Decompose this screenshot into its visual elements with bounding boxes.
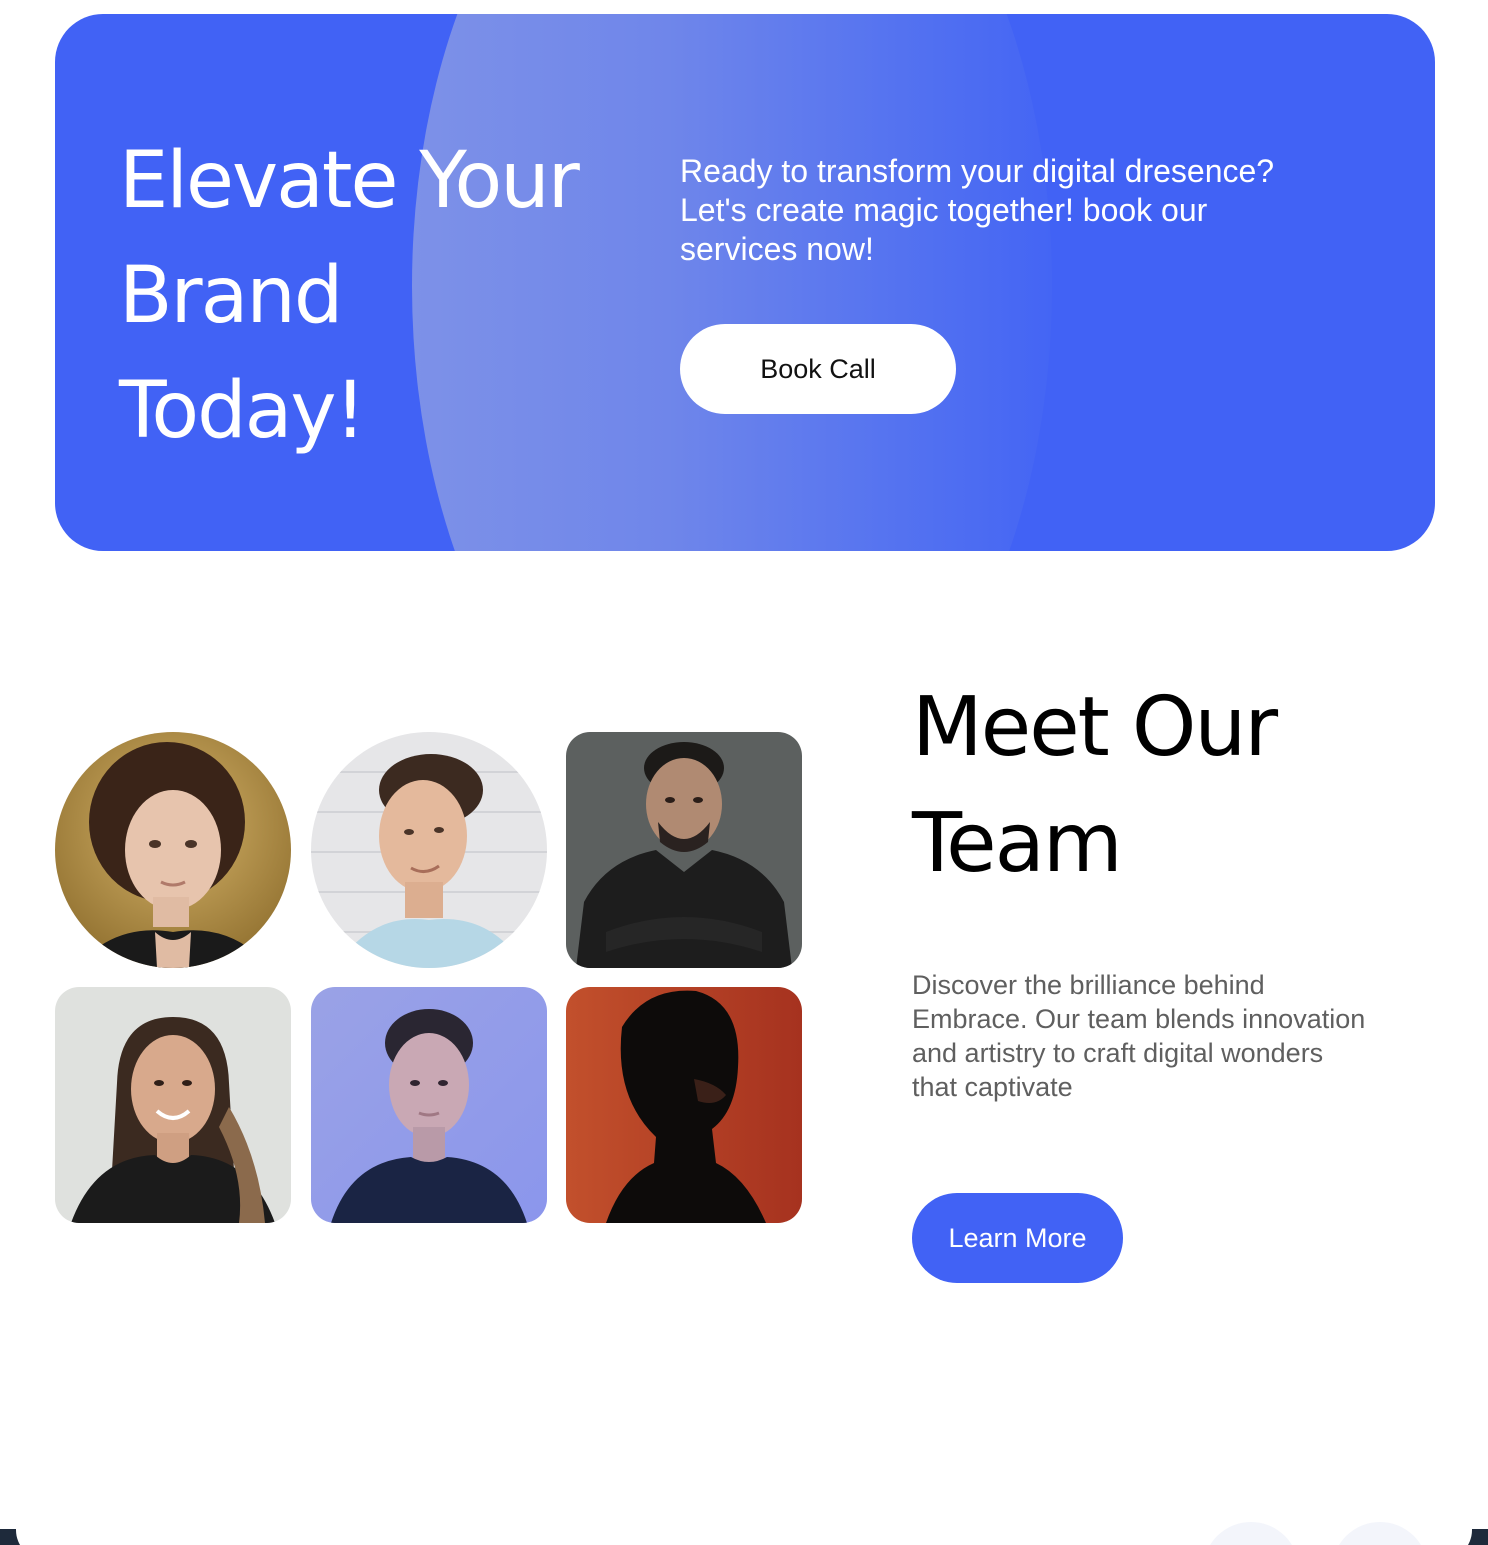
cta-headline-line: Elevate Your	[119, 136, 580, 226]
cta-headline-line: Brand	[119, 251, 343, 341]
team-description-line: Embrace. Our team blends innovation	[912, 1004, 1366, 1034]
portrait-man-silhouette-image	[566, 987, 802, 1223]
page: Elevate Your Brand Today! Ready to trans…	[0, 0, 1488, 1545]
team-description-line: and artistry to craft digital wonders	[912, 1038, 1324, 1068]
learn-more-button[interactable]: Learn More	[912, 1193, 1123, 1283]
cta-banner: Elevate Your Brand Today! Ready to trans…	[55, 14, 1435, 551]
team-member-photo	[311, 987, 547, 1223]
cta-description-line: Ready to transform your digital dresence…	[680, 153, 1275, 189]
cta-description-line: Let's create magic together! book our	[680, 192, 1208, 228]
cta-headline: Elevate Your Brand Today!	[119, 124, 639, 469]
team-description-line: that captivate	[912, 1072, 1073, 1102]
team-member-photo	[55, 987, 291, 1223]
cta-description-line: services now!	[680, 231, 874, 267]
portrait-woman-smiling-image	[55, 987, 291, 1223]
team-member-photo	[55, 732, 291, 968]
team-member-photo	[566, 987, 802, 1223]
team-description: Discover the brilliance behind Embrace. …	[912, 968, 1422, 1104]
team-member-photo	[311, 732, 547, 968]
portrait-man-white-brick-image	[311, 732, 547, 968]
team-title-line: Team	[912, 796, 1123, 891]
portrait-woman-blue-lighting-image	[311, 987, 547, 1223]
team-title-line: Meet Our	[912, 680, 1278, 775]
team-photo-grid	[55, 732, 802, 1223]
team-title: Meet Our Team	[912, 670, 1432, 902]
team-member-photo	[566, 732, 802, 968]
cta-headline-line: Today!	[119, 366, 366, 456]
portrait-man-black-hoodie-image	[566, 732, 802, 968]
portrait-woman-curly-hair-image	[55, 732, 291, 968]
team-description-line: Discover the brilliance behind	[912, 970, 1265, 1000]
cta-description: Ready to transform your digital dresence…	[680, 152, 1340, 269]
book-call-button[interactable]: Book Call	[680, 324, 956, 414]
